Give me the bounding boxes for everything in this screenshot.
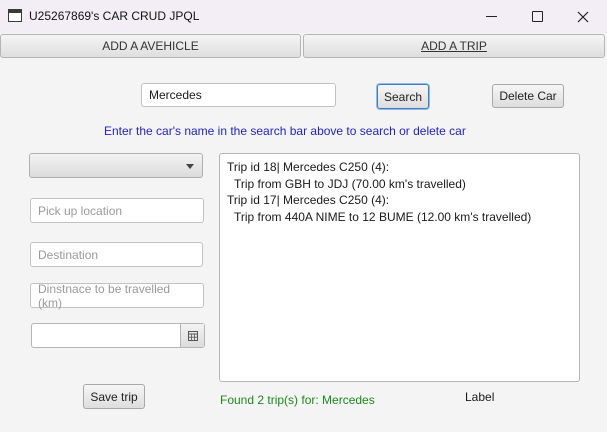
status-message: Found 2 trip(s) for: Mercedes: [220, 393, 375, 407]
destination-field[interactable]: Destination: [30, 242, 203, 267]
add-trip-label: ADD A TRIP: [421, 39, 487, 53]
result-line: Trip id 18| Mercedes C250 (4):: [227, 160, 390, 174]
calendar-icon: [187, 330, 198, 341]
maximize-icon: [531, 11, 543, 22]
date-picker[interactable]: [31, 323, 205, 348]
add-vehicle-button[interactable]: ADD A AVEHICLE: [0, 34, 301, 58]
search-button[interactable]: Search: [377, 84, 429, 109]
save-trip-button[interactable]: Save trip: [83, 384, 145, 409]
calendar-button[interactable]: [180, 324, 204, 347]
add-vehicle-label: ADD A AVEHICLE: [102, 39, 199, 53]
search-hint: Enter the car's name in the search bar a…: [104, 124, 466, 138]
window-title: U25267869's CAR CRUD JPQL: [29, 9, 200, 23]
search-input[interactable]: Mercedes: [141, 83, 336, 107]
maximize-button[interactable]: [514, 0, 560, 33]
car-select[interactable]: [29, 153, 203, 178]
info-label: Label: [465, 390, 495, 404]
result-line: Trip from 440A NIME to 12 BUME (12.00 km…: [234, 209, 532, 224]
result-line: Trip from GBH to JDJ (70.00 km's travell…: [234, 176, 466, 191]
add-trip-button[interactable]: ADD A TRIP: [303, 34, 605, 58]
result-line: Trip id 17| Mercedes C250 (4):: [227, 193, 390, 207]
distance-field[interactable]: Dinstnace to be travelled (km): [30, 282, 204, 310]
minimize-button[interactable]: [468, 0, 514, 33]
results-text-area[interactable]: Trip id 18| Mercedes C250 (4): Trip from…: [219, 153, 580, 382]
app-window-icon: [8, 9, 22, 22]
close-button[interactable]: [560, 0, 606, 33]
minimize-icon: [485, 16, 497, 17]
close-icon: [577, 11, 589, 22]
pickup-location-field[interactable]: Pick up location: [30, 198, 204, 223]
chevron-down-icon: [186, 164, 194, 169]
delete-car-button[interactable]: Delete Car: [492, 84, 564, 108]
title-bar: U25267869's CAR CRUD JPQL: [0, 0, 607, 33]
